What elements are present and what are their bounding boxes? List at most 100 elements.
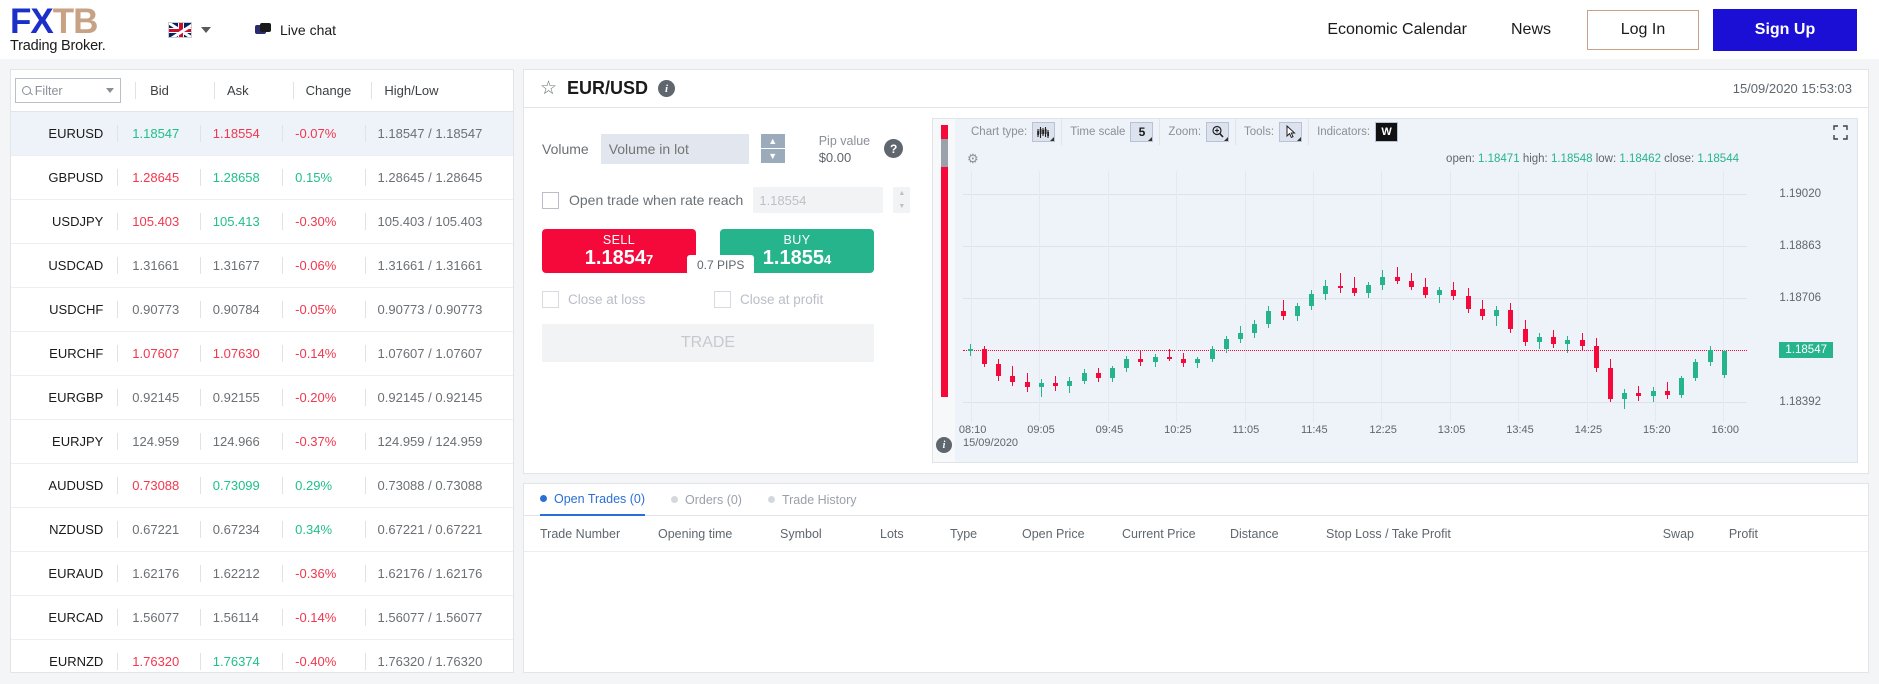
table-row[interactable]: USDCHF 0.90773 0.90784 -0.05% 0.90773 / 0.90…: [11, 288, 513, 332]
quote-ask[interactable]: 1.07630: [201, 346, 282, 361]
language-selector[interactable]: [168, 21, 211, 38]
quote-ask[interactable]: 0.90784: [201, 302, 282, 317]
table-row[interactable]: EURJPY 124.959 124.966 -0.37% 124.959 / 124.…: [11, 420, 513, 464]
panel-body: Volume ▲▼ Pip value $0.00 ?: [524, 108, 1868, 473]
table-row[interactable]: EURGBP 0.92145 0.92155 -0.20% 0.92145 / 0.92…: [11, 376, 513, 420]
sell-button[interactable]: SELL 1.18547: [542, 229, 696, 274]
table-row[interactable]: EURCHF 1.07607 1.07630 -0.14% 1.07607 / 1.07…: [11, 332, 513, 376]
quote-bid[interactable]: 1.56077: [118, 610, 200, 625]
star-icon[interactable]: ☆: [540, 79, 557, 98]
column-header-distance[interactable]: Distance: [1230, 527, 1326, 541]
table-row[interactable]: GBPUSD 1.28645 1.28658 0.15% 1.28645 / 1.286…: [11, 156, 513, 200]
column-header-lots[interactable]: Lots: [880, 527, 950, 541]
gear-icon[interactable]: ⚙: [967, 151, 979, 167]
close-at-loss-option[interactable]: Close at loss: [542, 291, 696, 309]
table-row[interactable]: USDCAD 1.31661 1.31677 -0.06% 1.31661 / 1.31…: [11, 244, 513, 288]
time-scale-button[interactable]: 5: [1130, 122, 1154, 142]
column-header-current-price[interactable]: Current Price: [1122, 527, 1230, 541]
volume-input[interactable]: [600, 133, 749, 164]
candle: [1551, 171, 1557, 422]
quote-symbol: GBPUSD: [48, 170, 104, 185]
tab-orders[interactable]: Orders (0): [671, 484, 742, 516]
quote-bid[interactable]: 124.959: [118, 434, 200, 449]
candlestick-icon[interactable]: [1032, 122, 1056, 142]
quote-ask[interactable]: 105.413: [201, 214, 282, 229]
question-icon[interactable]: ?: [884, 139, 904, 159]
quote-bid[interactable]: 1.62176: [118, 566, 200, 581]
tab-trade-history[interactable]: Trade History: [767, 484, 857, 516]
info-icon[interactable]: i: [658, 80, 676, 97]
quote-bid[interactable]: 0.90773: [118, 302, 200, 317]
column-header-type[interactable]: Type: [950, 527, 1022, 541]
quote-ask[interactable]: 0.67234: [201, 522, 282, 537]
rate-reach-input[interactable]: [753, 187, 884, 214]
expand-icon[interactable]: [1829, 122, 1851, 142]
table-row[interactable]: EURAUD 1.62176 1.62212 -0.36% 1.62176 / 1.62…: [11, 552, 513, 596]
trade-button[interactable]: TRADE: [542, 324, 874, 363]
chart-container: i Chart type: Time scale 5 Zoom: Tools: …: [932, 118, 1858, 463]
quote-ask[interactable]: 124.966: [201, 434, 282, 449]
quote-ask[interactable]: 1.62212: [201, 566, 282, 581]
search-icon: [21, 86, 31, 95]
candle: [1622, 171, 1628, 422]
magnifier-plus-icon[interactable]: [1206, 122, 1230, 142]
info-icon[interactable]: i: [936, 437, 952, 453]
close-at-loss-checkbox[interactable]: [542, 291, 559, 309]
rate-stepper[interactable]: ▲ ▼: [893, 187, 911, 214]
quote-ask[interactable]: 0.92155: [201, 390, 282, 405]
open-trade-rate-checkbox[interactable]: [542, 191, 559, 209]
table-row[interactable]: EURUSD 1.18547 1.18554 -0.07% 1.18547 / 1.18…: [11, 112, 513, 156]
quote-bid[interactable]: 1.28645: [118, 170, 200, 185]
column-header-trade-number[interactable]: Trade Number: [540, 527, 658, 541]
quote-ask[interactable]: 1.18554: [201, 126, 282, 141]
quote-ask[interactable]: 1.28658: [201, 170, 282, 185]
stepper-down-icon[interactable]: ▼: [760, 148, 785, 164]
table-row[interactable]: EURNZD 1.76320 1.76374 -0.40% 1.76320 / 1.76…: [11, 640, 513, 672]
stepper-up-icon[interactable]: ▲: [893, 187, 911, 201]
quote-ask[interactable]: 0.73099: [201, 478, 282, 493]
instrument-bar: ☆ EUR/USD i 15/09/2020 15:53:03: [524, 70, 1868, 108]
quote-bid[interactable]: 0.92145: [118, 390, 200, 405]
live-chat-button[interactable]: Live chat: [255, 22, 336, 38]
brand-logo[interactable]: FXTB Trading Broker.: [10, 4, 140, 54]
column-header-profit[interactable]: Profit: [1694, 527, 1758, 541]
close-at-profit-checkbox[interactable]: [714, 291, 731, 309]
quote-bid[interactable]: 0.67221: [118, 522, 200, 537]
column-header-swap[interactable]: Swap: [1544, 527, 1694, 541]
quote-bid[interactable]: 1.31661: [118, 258, 200, 273]
time-scale-value: 5: [1138, 125, 1146, 139]
volume-stepper[interactable]: ▲ ▼: [760, 133, 785, 164]
table-row[interactable]: EURCAD 1.56077 1.56114 -0.14% 1.56077 / 1.56…: [11, 596, 513, 640]
quote-bid[interactable]: 0.73088: [118, 478, 200, 493]
stepper-up-icon[interactable]: ▲: [760, 133, 785, 149]
table-row[interactable]: USDJPY 105.403 105.413 -0.30% 105.403 / 105.…: [11, 200, 513, 244]
quote-ask[interactable]: 1.31677: [201, 258, 282, 273]
nav-economic-calendar[interactable]: Economic Calendar: [1305, 21, 1489, 39]
column-header-bid[interactable]: Bid: [136, 83, 214, 98]
log-in-button[interactable]: Log In: [1587, 9, 1699, 50]
indicator-w-button[interactable]: W: [1375, 122, 1399, 142]
column-header-open-price[interactable]: Open Price: [1022, 527, 1122, 541]
column-header-symbol[interactable]: Symbol: [780, 527, 880, 541]
column-header-opening-time[interactable]: Opening time: [658, 527, 780, 541]
chart-area[interactable]: Chart type: Time scale 5 Zoom: Tools: In…: [955, 119, 1857, 462]
sign-up-button[interactable]: Sign Up: [1713, 8, 1857, 51]
nav-news[interactable]: News: [1489, 21, 1573, 39]
column-header-ask[interactable]: Ask: [215, 83, 293, 98]
cursor-icon[interactable]: [1279, 122, 1303, 142]
tab-open-trades[interactable]: Open Trades (0): [540, 484, 646, 516]
quote-bid[interactable]: 1.18547: [118, 126, 200, 141]
quote-bid[interactable]: 1.76320: [118, 654, 200, 669]
table-row[interactable]: AUDUSD 0.73088 0.73099 0.29% 0.73088 / 0.730…: [11, 464, 513, 508]
quote-ask[interactable]: 1.76374: [201, 654, 282, 669]
quote-ask[interactable]: 1.56114: [201, 610, 282, 625]
stepper-down-icon[interactable]: ▼: [893, 200, 911, 214]
column-header-stop-loss-take-profit[interactable]: Stop Loss / Take Profit: [1326, 527, 1544, 541]
table-row[interactable]: NZDUSD 0.67221 0.67234 0.34% 0.67221 / 0.672…: [11, 508, 513, 552]
column-header-change[interactable]: Change: [294, 83, 372, 98]
column-header-highlow[interactable]: High/Low: [372, 83, 507, 98]
close-at-profit-option[interactable]: Close at profit: [714, 291, 868, 309]
filter-input[interactable]: Filter: [14, 78, 122, 103]
quote-bid[interactable]: 1.07607: [118, 346, 200, 361]
quote-bid[interactable]: 105.403: [118, 214, 200, 229]
